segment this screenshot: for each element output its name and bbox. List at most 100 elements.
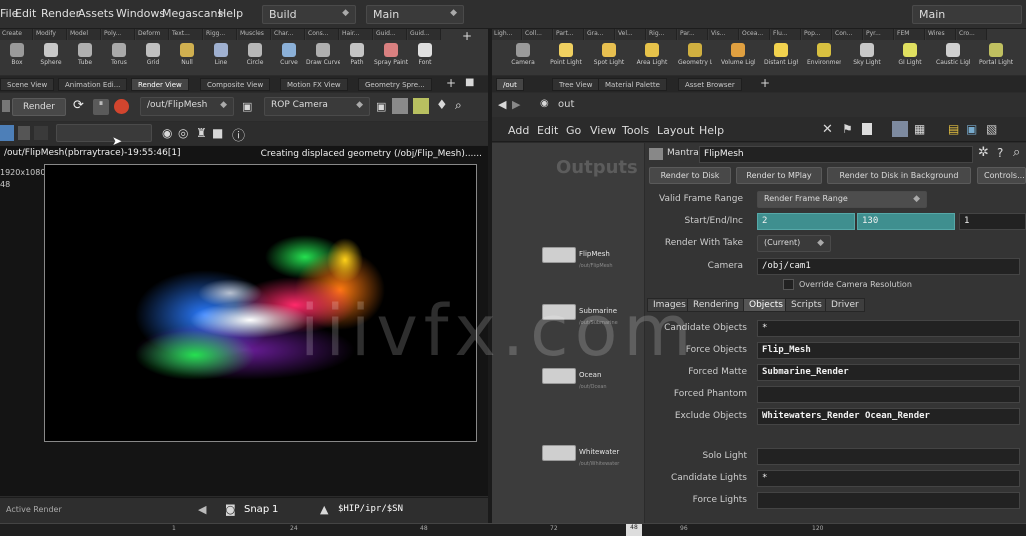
right-shelf-tab[interactable]: Vel... (616, 29, 646, 40)
candidate-objects-field[interactable]: * (757, 320, 1020, 337)
sticky-icon[interactable] (862, 123, 872, 135)
wrench-icon[interactable]: ✕ (822, 122, 833, 137)
shelf-tool-portal-light[interactable]: Portal Light (979, 43, 1013, 66)
shelf-tool-camera[interactable]: Camera (506, 43, 540, 66)
context-dropdown[interactable]: Main ◆ (366, 5, 464, 24)
menu-edit[interactable]: Edit (15, 7, 36, 20)
right-shelf-tab[interactable]: Par... (678, 29, 708, 40)
camera-icon[interactable]: ◙ (225, 503, 236, 516)
right-shelf-tab[interactable]: FEM (895, 29, 925, 40)
left-shelf-tab[interactable]: Text... (170, 29, 203, 40)
image-icon[interactable]: ▣ (966, 122, 977, 136)
left-shelf-tab[interactable]: Guid... (408, 29, 441, 40)
render-to-disk-button[interactable]: Render to Disk (649, 167, 731, 184)
shelf-tool-gi-light[interactable]: GI Light (893, 43, 927, 66)
menu-megascans[interactable]: Megascans (162, 7, 223, 20)
snapshot-icon[interactable] (413, 98, 429, 114)
correction-icon[interactable]: ◉ (162, 126, 172, 140)
shelf-tool-null[interactable]: Null (170, 43, 204, 66)
menu-tools[interactable]: Tools (622, 124, 649, 137)
shelf-tool-area-light[interactable]: Area Light (635, 43, 669, 66)
start-frame-field[interactable]: 2 (757, 213, 855, 230)
shelf-tool-environment-light[interactable]: Environment Light (807, 43, 841, 66)
menu-add[interactable]: Add (508, 124, 529, 137)
tab-material-palette[interactable]: Material Palette (598, 78, 667, 91)
current-frame-marker[interactable]: 48 (626, 524, 642, 536)
menu-help[interactable]: Help (218, 7, 243, 20)
shelf-tool-font[interactable]: Font (408, 43, 442, 66)
shelf-tool-spray-paint[interactable]: Spray Paint (374, 43, 408, 66)
left-shelf-tab[interactable]: Cons... (306, 29, 339, 40)
display-mode-icon[interactable] (0, 125, 14, 141)
region-icon[interactable] (392, 98, 408, 114)
left-shelf-tab[interactable]: Muscles (238, 29, 271, 40)
shelf-tool-caustic-light[interactable]: Caustic Light (936, 43, 970, 66)
shelf-tool-spot-light[interactable]: Spot Light (592, 43, 626, 66)
camera-edit-icon[interactable]: ▣ (376, 100, 386, 113)
override-resolution-checkbox[interactable] (783, 279, 794, 290)
grid-icon[interactable]: ▦ (914, 122, 925, 136)
shelf-tool-grid[interactable]: Grid (136, 43, 170, 66)
snapshot-toggle-icon[interactable]: ■ (212, 126, 223, 140)
exclude-objects-field[interactable]: Whitewaters_Render Ocean_Render (757, 408, 1020, 425)
node-name-field[interactable]: FlipMesh (699, 146, 973, 163)
menu-assets[interactable]: Assets (78, 7, 114, 20)
info-icon[interactable]: ⓘ (232, 125, 245, 144)
shelf-tool-torus[interactable]: Torus (102, 43, 136, 66)
render-to-mplay-button[interactable]: Render to MPlay (736, 167, 822, 184)
left-shelf-tab[interactable]: Guid... (374, 29, 407, 40)
list-mode-icon[interactable] (892, 121, 908, 137)
notes-icon[interactable]: ▤ (948, 122, 959, 136)
right-shelf-tab[interactable]: Wires (926, 29, 956, 40)
right-shelf-tab[interactable]: Part... (554, 29, 584, 40)
shelf-tool-tube[interactable]: Tube (68, 43, 102, 66)
forward-icon[interactable]: ▶ (512, 98, 520, 111)
shelf-tool-draw-curve[interactable]: Draw Curve (306, 43, 340, 66)
shelf-tool-point-light[interactable]: Point Light (549, 43, 583, 66)
valid-frame-range-dropdown[interactable]: Render Frame Range ◆ (757, 191, 927, 208)
pixel-icon[interactable]: ♜ (196, 126, 207, 140)
camera-field[interactable]: /obj/cam1 (757, 258, 1020, 275)
right-shelf-tab[interactable]: Vis... (709, 29, 739, 40)
refresh-icon[interactable]: ⟳ (73, 98, 84, 113)
shelf-tool-geometry-light[interactable]: Geometry Light (678, 43, 712, 66)
rop-path-dropdown[interactable]: /out/FlipMesh ◆ (140, 97, 234, 116)
ipr-path[interactable]: $HIP/ipr/$SN (338, 504, 403, 514)
menu-help[interactable]: Help (699, 124, 724, 137)
channel-icon[interactable] (18, 126, 30, 140)
forced-matte-field[interactable]: Submarine_Render (757, 364, 1020, 381)
left-shelf-tab[interactable]: Model (68, 29, 101, 40)
right-shelf-tab[interactable]: Cro... (957, 29, 987, 40)
tab-render-view[interactable]: Render View (131, 78, 189, 91)
forced-phantom-field[interactable] (757, 386, 1020, 403)
back-icon[interactable]: ◀ (498, 98, 506, 111)
tab-objects[interactable]: Objects (743, 298, 790, 312)
force-objects-field[interactable]: Flip_Mesh (757, 342, 1020, 359)
network-path[interactable]: out (558, 99, 574, 110)
prev-icon[interactable]: ◀ (198, 503, 206, 516)
search-icon[interactable]: ⌕ (1013, 145, 1020, 160)
shelf-tool-volume-light[interactable]: Volume Light (721, 43, 755, 66)
tab-tree-view[interactable]: Tree View (552, 78, 600, 91)
end-frame-field[interactable]: 130 (857, 213, 955, 230)
tab-out[interactable]: /out (496, 78, 524, 91)
right-shelf-tab[interactable]: Ocea... (740, 29, 770, 40)
increment-field[interactable]: 1 (959, 213, 1026, 230)
shelf-tool-distant-light[interactable]: Distant Light (764, 43, 798, 66)
left-shelf-tab[interactable]: Deform (136, 29, 169, 40)
menu-go[interactable]: Go (566, 124, 581, 137)
tab-scripts[interactable]: Scripts (785, 298, 828, 312)
shelf-tool-circle[interactable]: Circle (238, 43, 272, 66)
left-shelf-tab[interactable]: Modify (34, 29, 67, 40)
aov-dropdown[interactable] (56, 124, 152, 142)
snap-value[interactable]: 1 (272, 504, 278, 515)
menu-view[interactable]: View (590, 124, 616, 137)
shelf-tool-curve[interactable]: Curve (272, 43, 306, 66)
candidate-lights-field[interactable]: * (757, 470, 1020, 487)
file-icon[interactable]: ▲ (320, 503, 328, 516)
export-icon[interactable]: ▧ (986, 122, 997, 136)
menu-windows[interactable]: Windows (116, 7, 165, 20)
right-context-dropdown[interactable]: Main (912, 5, 1022, 24)
shelf-tool-sky-light[interactable]: Sky Light (850, 43, 884, 66)
rop-edit-icon[interactable]: ▣ (242, 100, 252, 113)
